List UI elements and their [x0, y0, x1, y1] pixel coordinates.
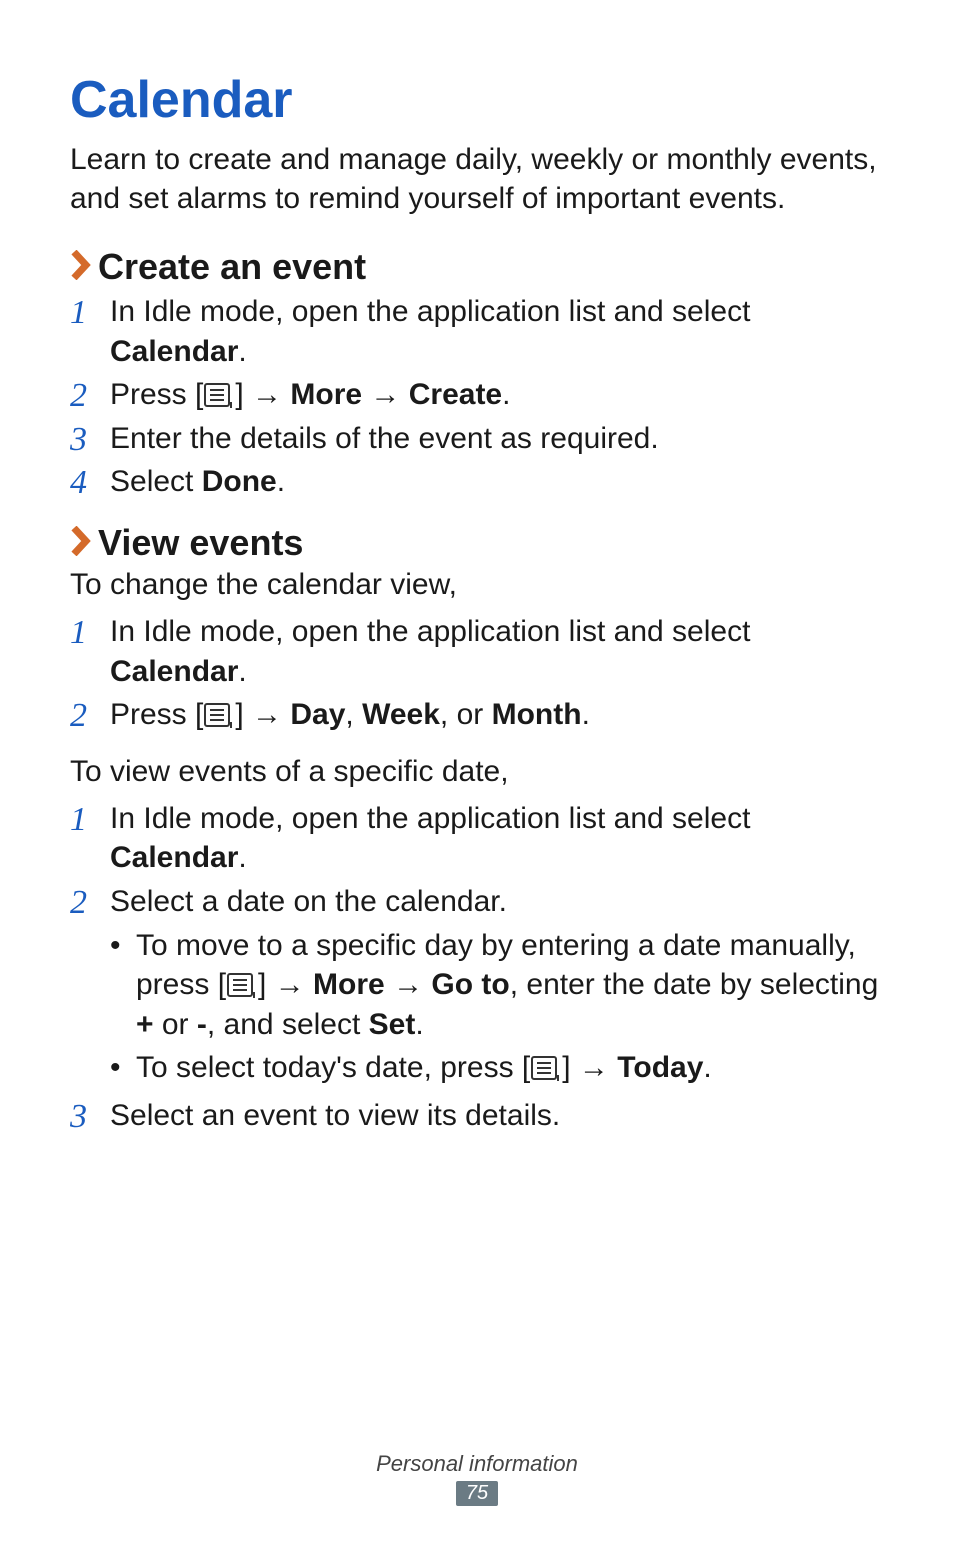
step-number: 1 — [70, 292, 110, 331]
text-bold: More — [313, 968, 385, 1001]
section-heading-text: Create an event — [98, 246, 366, 288]
bullet-item: To move to a specific day by entering a … — [110, 926, 884, 1045]
text: ] → — [235, 698, 290, 731]
text-bold: Week — [362, 698, 440, 731]
intro-paragraph: Learn to create and manage daily, weekly… — [70, 140, 884, 218]
menu-icon — [530, 1055, 562, 1081]
subtext: To view events of a specific date, — [70, 755, 884, 789]
text: or — [154, 1008, 197, 1041]
text-bold: Calendar — [110, 841, 238, 874]
step-body: In Idle mode, open the application list … — [110, 292, 884, 371]
step-item: 2 Press [ ] → More → Create. — [70, 375, 884, 415]
step-number: 1 — [70, 612, 110, 651]
menu-icon — [203, 382, 235, 408]
text: , — [345, 698, 362, 731]
text: Select a date on the calendar. — [110, 885, 507, 918]
steps-view-2: 1 In Idle mode, open the application lis… — [70, 799, 884, 1136]
text: Select — [110, 465, 202, 498]
step-item: 2 Press [ ] → Day, Week, or Month. — [70, 695, 884, 735]
step-number: 2 — [70, 695, 110, 734]
step-item: 1 In Idle mode, open the application lis… — [70, 799, 884, 878]
footer: Personal information 75 — [0, 1451, 954, 1506]
text-bold: Done — [202, 465, 277, 498]
bullet-item: To select today's date, press [ ] → Today… — [110, 1048, 884, 1088]
steps-create: 1 In Idle mode, open the application lis… — [70, 292, 884, 502]
text-bold: More — [290, 378, 362, 411]
bullets: To move to a specific day by entering a … — [110, 926, 884, 1088]
text-bold: Create — [409, 378, 502, 411]
text: , and select — [207, 1008, 369, 1041]
step-number: 1 — [70, 799, 110, 838]
text: . — [502, 378, 510, 411]
section-heading-view: View events — [70, 522, 884, 564]
subtext: To change the calendar view, — [70, 568, 884, 602]
text: ] → — [235, 378, 290, 411]
section-heading-create: Create an event — [70, 246, 884, 288]
step-item: 4 Select Done. — [70, 462, 884, 502]
step-body: In Idle mode, open the application list … — [110, 612, 884, 691]
text-bold: Set — [369, 1008, 416, 1041]
text: Press [ — [110, 698, 203, 731]
step-number: 2 — [70, 882, 110, 921]
text: Press [ — [110, 378, 203, 411]
text-bold: Calendar — [110, 655, 238, 688]
page-number: 75 — [456, 1481, 498, 1506]
step-item: 3 Select an event to view its details. — [70, 1096, 884, 1136]
chevron-icon — [70, 250, 92, 280]
menu-icon — [226, 972, 258, 998]
chevron-icon — [70, 526, 92, 556]
menu-icon — [203, 702, 235, 728]
text: To select today's date, press [ — [136, 1051, 530, 1084]
text: . — [415, 1008, 423, 1041]
page: Calendar Learn to create and manage dail… — [0, 0, 954, 1566]
text-bold: Day — [290, 698, 345, 731]
text-bold: Month — [492, 698, 582, 731]
text: . — [277, 465, 285, 498]
text: . — [238, 841, 246, 874]
step-item: 3 Enter the details of the event as requ… — [70, 419, 884, 459]
step-body: In Idle mode, open the application list … — [110, 799, 884, 878]
step-body: Select Done. — [110, 462, 884, 502]
step-number: 3 — [70, 1096, 110, 1135]
step-body: Enter the details of the event as requir… — [110, 419, 884, 459]
steps-view-1: 1 In Idle mode, open the application lis… — [70, 612, 884, 735]
text: . — [238, 335, 246, 368]
text-bold: - — [197, 1008, 207, 1041]
text: . — [703, 1051, 711, 1084]
text: In Idle mode, open the application list … — [110, 615, 750, 648]
step-body: Select an event to view its details. — [110, 1096, 884, 1136]
step-item: 1 In Idle mode, open the application lis… — [70, 612, 884, 691]
footer-section: Personal information — [0, 1451, 954, 1477]
text: In Idle mode, open the application list … — [110, 295, 750, 328]
step-item: 1 In Idle mode, open the application lis… — [70, 292, 884, 371]
text: , or — [440, 698, 492, 731]
text: . — [582, 698, 590, 731]
step-body: Select a date on the calendar. To move t… — [110, 882, 884, 1092]
text: In Idle mode, open the application list … — [110, 802, 750, 835]
step-item: 2 Select a date on the calendar. To move… — [70, 882, 884, 1092]
text: ] → — [258, 968, 313, 1001]
step-body: Press [ ] → Day, Week, or Month. — [110, 695, 884, 735]
step-number: 2 — [70, 375, 110, 414]
text: → — [385, 968, 432, 1001]
section-heading-text: View events — [98, 522, 303, 564]
step-number: 4 — [70, 462, 110, 501]
text: . — [238, 655, 246, 688]
step-number: 3 — [70, 419, 110, 458]
text: ] → — [562, 1051, 617, 1084]
step-body: Press [ ] → More → Create. — [110, 375, 884, 415]
text-bold: + — [136, 1008, 154, 1041]
text-bold: Go to — [431, 968, 509, 1001]
text: , enter the date by selecting — [510, 968, 879, 1001]
text-bold: Calendar — [110, 335, 238, 368]
page-title: Calendar — [70, 70, 884, 130]
text: → — [362, 378, 409, 411]
text-bold: Today — [617, 1051, 703, 1084]
